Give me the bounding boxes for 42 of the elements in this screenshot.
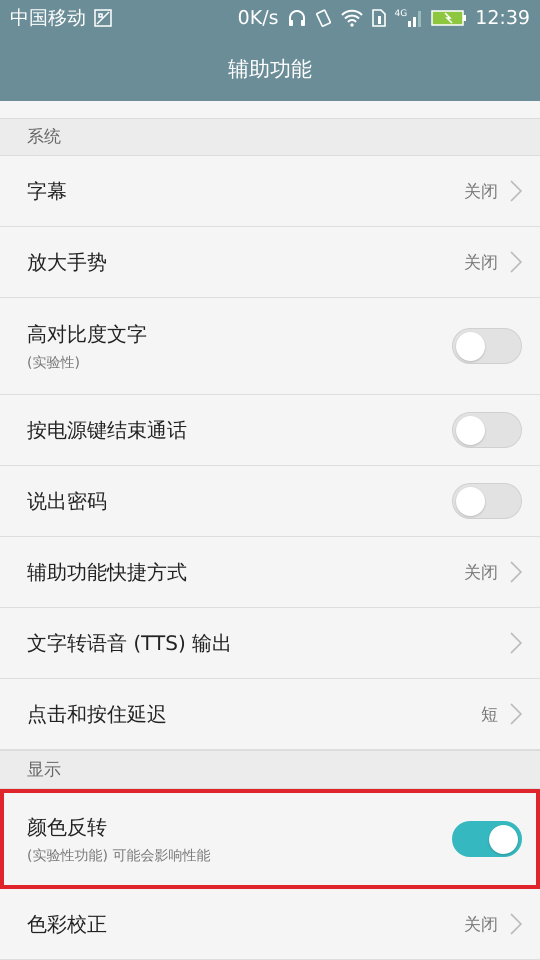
network-speed: 0K/s [238,7,279,30]
row-value: 关闭 [464,914,498,936]
row-label: 按电源键结束通话 [27,416,188,444]
row-label: 高对比度文字 [27,320,148,348]
row-label: 说出密码 [27,488,108,515]
row-label: 放大手势 [27,248,108,276]
row-label: 点击和按住延迟 [27,700,168,728]
image-icon [94,9,112,28]
signal-icon [407,9,424,28]
row-value: 关闭 [464,252,498,274]
section-title: 系统 [27,126,61,148]
row-label: 文字转语音 (TTS) 输出 [27,630,234,657]
battery-charging-icon [431,9,468,28]
toggle-switch[interactable] [452,328,522,364]
carrier-name: 中国移动 [10,6,86,32]
row-value: 关闭 [464,180,498,203]
wifi-icon [340,9,363,28]
row-label: 辅助功能快捷方式 [27,558,188,586]
page-title: 辅助功能 [228,56,312,83]
toggle-switch[interactable] [452,821,522,858]
section-title: 显示 [27,759,61,782]
row-value: 关闭 [464,562,498,584]
row-label: 颜色反转 [27,814,108,841]
clock-time: 12:39 [475,7,530,30]
chevron-icon [510,251,522,274]
row-value: 短 [481,704,498,726]
highlighted-setting-row[interactable]: 颜色反转 (实验性功能) 可能会影响性能 [0,789,540,890]
toggle-switch[interactable] [452,412,522,448]
chevron-icon [510,561,522,584]
row-subtitle: (实验性) [27,354,81,372]
row-label: 字幕 [27,178,68,205]
row-label: 色彩校正 [27,910,108,938]
chevron-icon [510,180,522,202]
row-subtitle: (实验性功能) 可能会影响性能 [27,846,212,865]
chevron-icon [510,703,522,726]
headphones-icon [286,8,307,28]
sim-card-icon [370,8,387,28]
chevron-icon [510,632,522,654]
vibrate-icon [314,8,333,28]
chevron-icon [510,913,522,936]
network-type: 4G [394,9,408,20]
toggle-switch[interactable] [452,483,522,520]
